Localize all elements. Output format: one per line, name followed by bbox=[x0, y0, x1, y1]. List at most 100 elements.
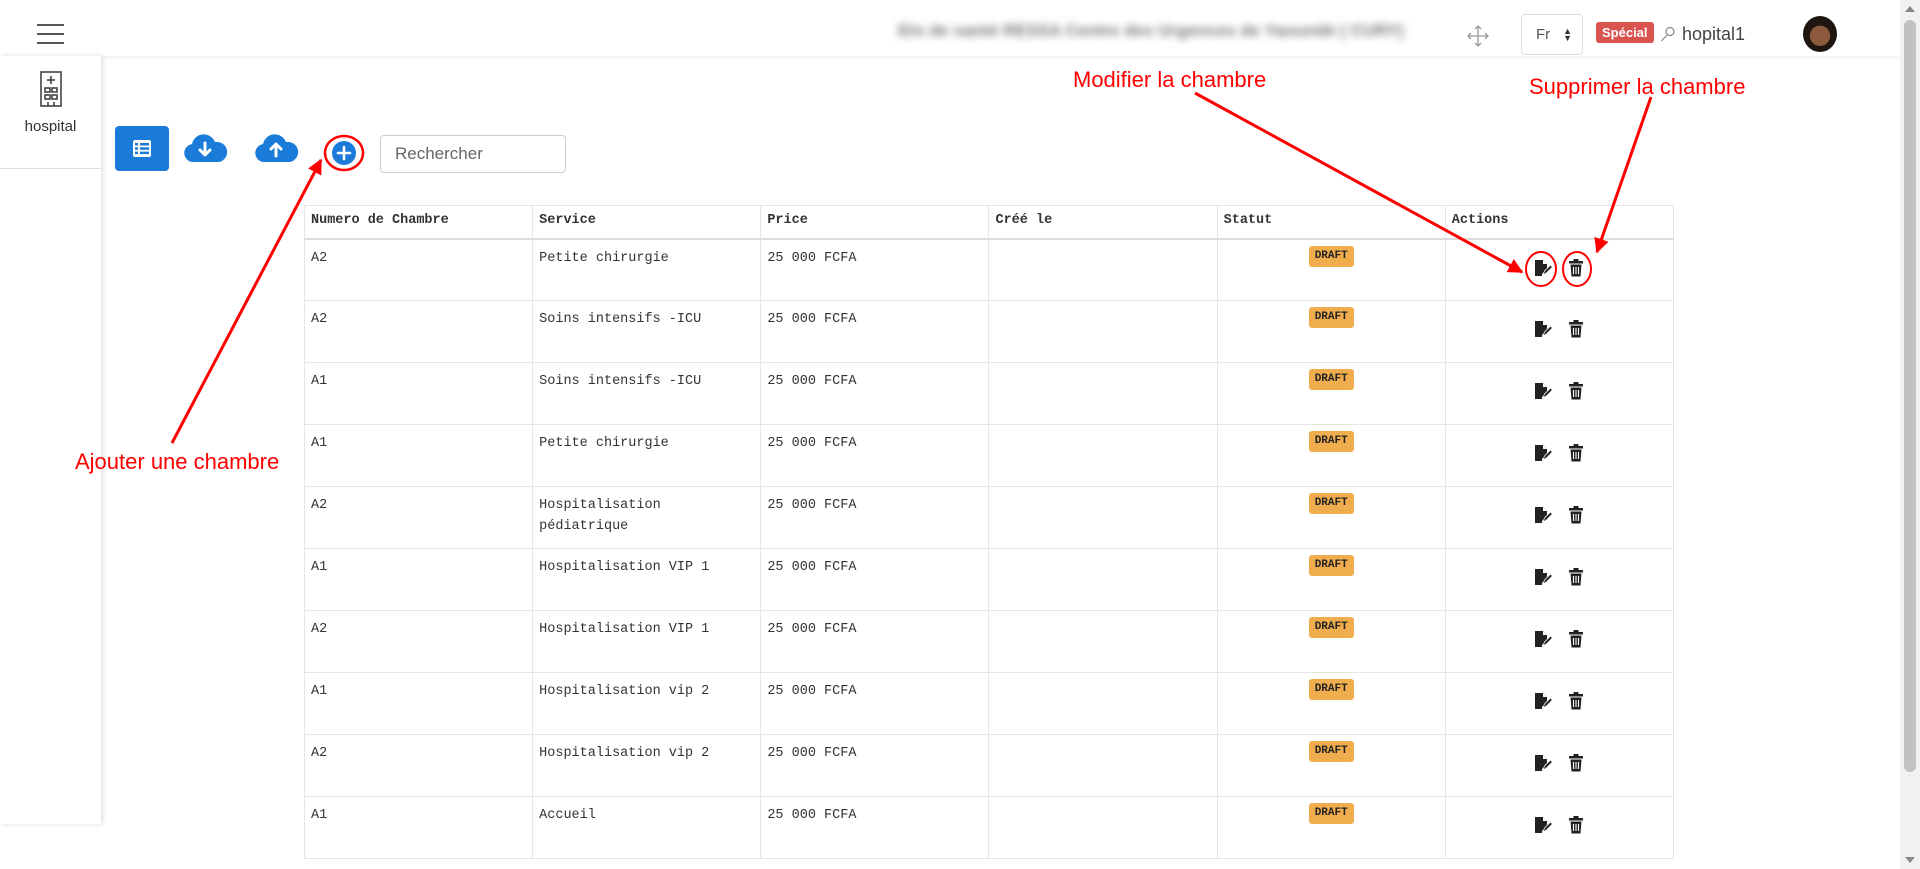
status-badge: DRAFT bbox=[1308, 307, 1354, 328]
cell-room: A2 bbox=[303, 734, 534, 797]
table-header-row: Numero de Chambre Service Price Créé le … bbox=[303, 205, 1675, 240]
edit-icon[interactable] bbox=[1532, 443, 1553, 463]
upload-button[interactable] bbox=[252, 132, 300, 166]
status-badge: DRAFT bbox=[1308, 369, 1354, 390]
edit-icon[interactable] bbox=[1532, 629, 1553, 649]
trash-icon[interactable] bbox=[1566, 381, 1586, 401]
edit-icon[interactable] bbox=[1532, 319, 1553, 339]
sidebar-item-hospital[interactable]: hospital bbox=[0, 118, 101, 135]
col-header-room[interactable]: Numero de Chambre bbox=[303, 205, 534, 240]
menu-icon[interactable] bbox=[37, 24, 64, 45]
scroll-up-icon[interactable] bbox=[1905, 6, 1915, 12]
trash-icon[interactable] bbox=[1566, 567, 1586, 587]
cell-service: Hospitalisation vip 2 bbox=[532, 672, 762, 735]
cell-actions bbox=[1444, 672, 1675, 735]
cell-price: 25 000 FCFA bbox=[760, 548, 990, 611]
cell-room: A2 bbox=[303, 610, 534, 673]
col-header-created[interactable]: Créé le bbox=[988, 205, 1218, 240]
trash-icon[interactable] bbox=[1566, 753, 1586, 773]
language-value: Fr bbox=[1536, 26, 1551, 43]
vertical-scrollbar[interactable] bbox=[1900, 0, 1920, 869]
trash-icon[interactable] bbox=[1566, 505, 1586, 525]
trash-icon[interactable] bbox=[1566, 629, 1586, 649]
username[interactable]: hopital1 bbox=[1682, 24, 1745, 45]
add-room-button[interactable] bbox=[323, 134, 365, 172]
table-row: A2 Petite chirurgie 25 000 FCFA DRAFT bbox=[303, 238, 1675, 301]
trash-icon[interactable] bbox=[1566, 443, 1586, 463]
cell-status: DRAFT bbox=[1216, 548, 1446, 611]
search-input[interactable] bbox=[380, 135, 566, 173]
cell-price: 25 000 FCFA bbox=[760, 672, 990, 735]
table-view-button[interactable] bbox=[115, 126, 169, 171]
organization-name: Ets de santé RESSA Centre des Urgences d… bbox=[898, 21, 1404, 40]
col-header-price[interactable]: Price bbox=[760, 205, 990, 240]
table-row: A1 Accueil 25 000 FCFA DRAFT bbox=[303, 796, 1675, 859]
cell-service: Soins intensifs -ICU bbox=[532, 300, 762, 363]
edit-icon[interactable] bbox=[1532, 505, 1553, 525]
cloud-upload-icon bbox=[255, 134, 299, 162]
cell-price: 25 000 FCFA bbox=[760, 610, 990, 673]
top-bar: Ets de santé RESSA Centre des Urgences d… bbox=[0, 0, 1900, 56]
cell-price: 25 000 FCFA bbox=[760, 300, 990, 363]
cell-actions bbox=[1444, 486, 1675, 549]
cell-service: Hospitalisation VIP 1 bbox=[532, 610, 762, 673]
cell-room: A1 bbox=[303, 362, 534, 425]
cell-created bbox=[988, 362, 1218, 425]
status-badge: DRAFT bbox=[1308, 245, 1354, 267]
status-badge: DRAFT bbox=[1308, 679, 1354, 700]
avatar[interactable] bbox=[1803, 16, 1837, 52]
cell-created bbox=[988, 796, 1218, 859]
status-badge: DRAFT bbox=[1308, 431, 1354, 452]
cell-created bbox=[988, 424, 1218, 487]
trash-icon[interactable] bbox=[1566, 691, 1586, 711]
cell-status: DRAFT bbox=[1216, 362, 1446, 425]
special-badge[interactable]: Spécial bbox=[1596, 22, 1654, 43]
edit-icon[interactable] bbox=[1532, 381, 1553, 401]
edit-icon[interactable] bbox=[1532, 815, 1553, 835]
cell-room: A1 bbox=[303, 796, 534, 859]
cell-actions bbox=[1444, 300, 1675, 363]
cell-actions bbox=[1444, 362, 1675, 425]
cell-status: DRAFT bbox=[1216, 610, 1446, 673]
status-badge: DRAFT bbox=[1308, 617, 1354, 638]
annotation-add-room: Ajouter une chambre bbox=[75, 449, 280, 474]
cell-service: Hospitalisation vip 2 bbox=[532, 734, 762, 797]
cell-price: 25 000 FCFA bbox=[760, 362, 990, 425]
scrollbar-thumb[interactable] bbox=[1904, 20, 1916, 772]
edit-icon[interactable] bbox=[1532, 258, 1553, 278]
cell-created bbox=[988, 486, 1218, 549]
download-button[interactable] bbox=[181, 132, 229, 166]
sidebar: hospital bbox=[0, 56, 101, 824]
cell-actions bbox=[1444, 796, 1675, 859]
table-row: A2 Soins intensifs -ICU 25 000 FCFA DRAFT bbox=[303, 300, 1675, 363]
cell-created bbox=[988, 548, 1218, 611]
edit-icon[interactable] bbox=[1532, 567, 1553, 587]
trash-icon[interactable] bbox=[1566, 258, 1586, 278]
cell-created bbox=[988, 672, 1218, 735]
scroll-down-icon[interactable] bbox=[1905, 857, 1915, 863]
edit-icon[interactable] bbox=[1532, 753, 1553, 773]
table-row: A2 Hospitalisation pédiatrique 25 000 FCFA… bbox=[303, 486, 1675, 549]
cell-status: DRAFT bbox=[1216, 238, 1446, 301]
move-icon[interactable] bbox=[1466, 24, 1490, 48]
cell-created bbox=[988, 300, 1218, 363]
cell-price: 25 000 FCFA bbox=[760, 486, 990, 549]
cell-actions bbox=[1444, 734, 1675, 797]
cell-created bbox=[988, 734, 1218, 797]
hospital-icon[interactable] bbox=[38, 70, 64, 108]
col-header-status[interactable]: Statut bbox=[1216, 205, 1446, 240]
cell-status: DRAFT bbox=[1216, 672, 1446, 735]
user-icon bbox=[1661, 26, 1675, 42]
edit-icon[interactable] bbox=[1532, 691, 1553, 711]
status-badge: DRAFT bbox=[1308, 493, 1354, 514]
trash-icon[interactable] bbox=[1566, 815, 1586, 835]
cell-status: DRAFT bbox=[1216, 486, 1446, 549]
annotation-edit-room: Modifier la chambre bbox=[1073, 67, 1267, 92]
trash-icon[interactable] bbox=[1566, 319, 1586, 339]
language-select[interactable]: Fr ▲ ▼ bbox=[1521, 14, 1583, 55]
col-header-service[interactable]: Service bbox=[532, 205, 762, 240]
cell-actions bbox=[1444, 548, 1675, 611]
annotation-delete-room: Supprimer la chambre bbox=[1529, 74, 1746, 99]
cell-status: DRAFT bbox=[1216, 424, 1446, 487]
cell-price: 25 000 FCFA bbox=[760, 734, 990, 797]
